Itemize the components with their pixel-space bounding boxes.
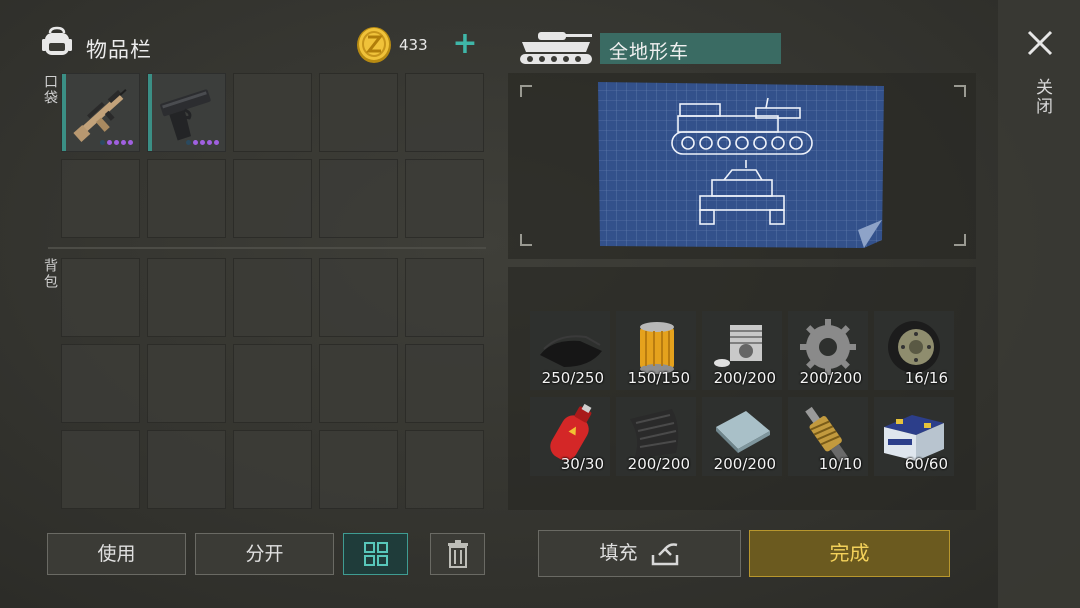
inventory-slot[interactable]: [233, 73, 312, 152]
material-count: 30/30: [560, 455, 604, 473]
vehicle-name: 全地形车: [609, 41, 690, 63]
inventory-slot-assault-rifle[interactable]: [61, 73, 140, 152]
material-count: 200/200: [713, 455, 776, 473]
fill-icon: [651, 542, 678, 565]
material-slot[interactable]: 10/10: [788, 397, 868, 476]
backpack-slot[interactable]: [405, 430, 484, 509]
frame-corner: [954, 234, 966, 246]
material-slot[interactable]: 200/200: [702, 311, 782, 390]
rarity-dots: [186, 140, 219, 145]
frame-corner: [520, 234, 532, 246]
backpack-slot[interactable]: [233, 344, 312, 423]
material-slot[interactable]: 60/60: [874, 397, 954, 476]
backpack-slot[interactable]: [233, 258, 312, 337]
fill-button[interactable]: 填充: [538, 530, 741, 577]
frame-corner: [520, 85, 532, 97]
backpack-slot[interactable]: [319, 344, 398, 423]
backpack-slot[interactable]: [61, 258, 140, 337]
backpack-slot[interactable]: [61, 430, 140, 509]
material-slot[interactable]: 200/200: [788, 311, 868, 390]
add-coins-button[interactable]: +: [449, 29, 481, 60]
use-button[interactable]: 使用: [47, 533, 186, 575]
material-count: 200/200: [627, 455, 690, 473]
inventory-title: 物品栏: [86, 38, 152, 62]
backpack-slot[interactable]: [147, 344, 226, 423]
material-slot[interactable]: 150/150: [616, 311, 696, 390]
material-count: 250/250: [541, 369, 604, 387]
backpack-slot[interactable]: [405, 344, 484, 423]
split-button[interactable]: 分开: [195, 533, 334, 575]
backpack-slot[interactable]: [405, 258, 484, 337]
material-count: 60/60: [904, 455, 948, 473]
section-divider: [48, 247, 486, 249]
trash-icon: [448, 540, 468, 568]
grid-view-button[interactable]: [343, 533, 408, 575]
inventory-slot[interactable]: [233, 159, 312, 238]
coin-count: 433: [399, 36, 428, 54]
material-count: 200/200: [799, 369, 862, 387]
material-count: 150/150: [627, 369, 690, 387]
close-icon[interactable]: [1025, 28, 1055, 58]
material-slot[interactable]: 200/200: [702, 397, 782, 476]
backpack-slot[interactable]: [61, 344, 140, 423]
material-slot[interactable]: 250/250: [530, 311, 610, 390]
material-slot[interactable]: 200/200: [616, 397, 696, 476]
backpack-slot[interactable]: [233, 430, 312, 509]
backpack-section-label: 背包: [42, 258, 58, 290]
pocket-section-label: 口袋: [42, 74, 58, 106]
inventory-slot[interactable]: [405, 73, 484, 152]
backpack-slot[interactable]: [147, 258, 226, 337]
inventory-slot[interactable]: [405, 159, 484, 238]
fill-button-label: 填充: [599, 542, 638, 564]
inventory-slot-pistol[interactable]: [147, 73, 226, 152]
material-slot[interactable]: 30/30: [530, 397, 610, 476]
material-count: 10/10: [818, 455, 862, 473]
trash-button[interactable]: [430, 533, 485, 575]
tank-vehicle-icon: [520, 32, 592, 64]
inventory-slot[interactable]: [61, 159, 140, 238]
backpack-icon: [42, 26, 72, 55]
inventory-slot[interactable]: [319, 73, 398, 152]
inventory-slot[interactable]: [147, 159, 226, 238]
coin-icon: [357, 27, 391, 63]
material-count: 200/200: [713, 369, 776, 387]
done-button[interactable]: 完成: [749, 530, 950, 577]
atv-blueprint: [598, 82, 884, 248]
backpack-slot[interactable]: [147, 430, 226, 509]
inventory-slot[interactable]: [319, 159, 398, 238]
backpack-slot[interactable]: [319, 258, 398, 337]
material-slot[interactable]: 16/16: [874, 311, 954, 390]
material-count: 16/16: [904, 369, 948, 387]
close-label[interactable]: 关闭: [1030, 78, 1055, 116]
frame-corner: [954, 85, 966, 97]
rarity-dots: [100, 140, 133, 145]
backpack-slot[interactable]: [319, 430, 398, 509]
grid-icon: [364, 542, 388, 566]
